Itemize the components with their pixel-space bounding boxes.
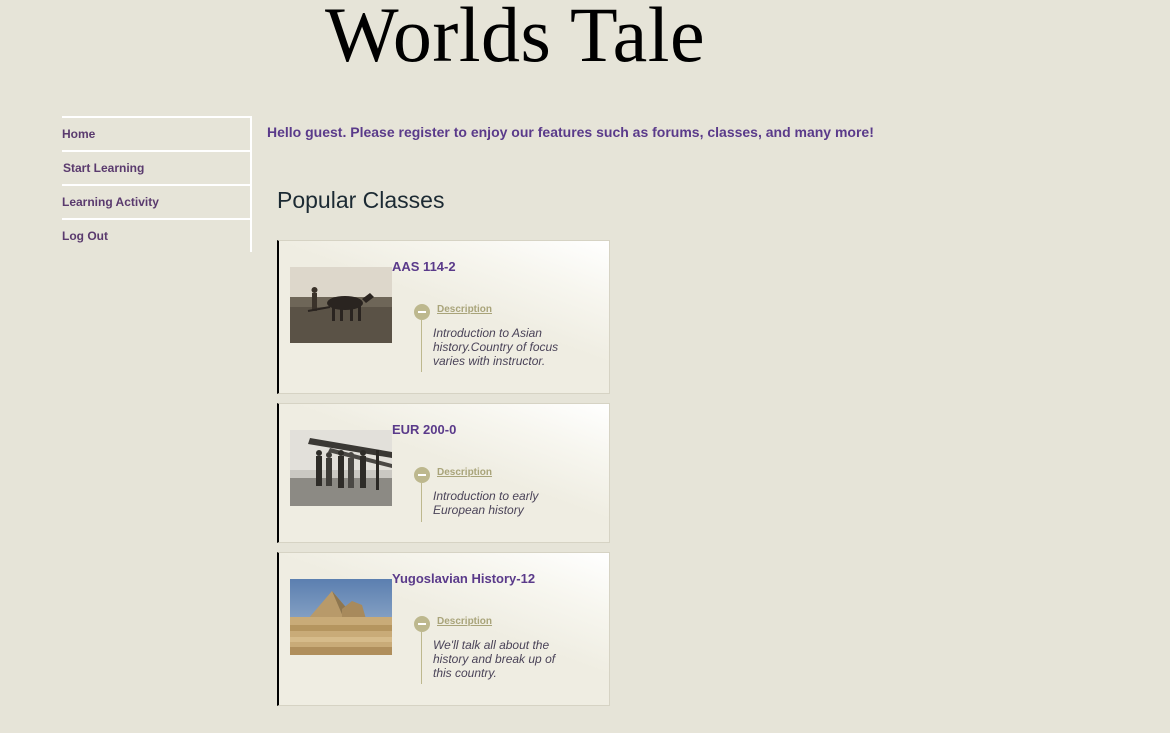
collapse-icon[interactable]	[414, 304, 430, 320]
class-card[interactable]: AAS 114-2 Description Introduction to As…	[277, 240, 610, 394]
nav-item-start-learning[interactable]: Start Learning	[62, 150, 250, 184]
nav-item-learning-activity[interactable]: Learning Activity	[62, 184, 250, 218]
class-card[interactable]: EUR 200-0 Description Introduction to ea…	[277, 403, 610, 543]
class-title[interactable]: EUR 200-0	[392, 422, 456, 437]
nav-item-log-out[interactable]: Log Out	[62, 218, 250, 252]
popular-classes-heading: Popular Classes	[277, 187, 445, 213]
class-title[interactable]: AAS 114-2	[392, 259, 456, 274]
description-toggle[interactable]: Description	[437, 467, 492, 478]
description-divider	[421, 632, 422, 684]
description-divider	[421, 483, 422, 522]
description-toggle[interactable]: Description	[437, 304, 492, 315]
class-title[interactable]: Yugoslavian History-12	[392, 571, 535, 586]
collapse-icon[interactable]	[414, 467, 430, 483]
description-toggle[interactable]: Description	[437, 616, 492, 627]
site-title: Worlds Tale	[325, 0, 706, 78]
class-card[interactable]: Yugoslavian History-12 Description We'll…	[277, 552, 610, 706]
welcome-message: Hello guest. Please register to enjoy ou…	[267, 124, 874, 140]
class-description: Introduction to Asian history.Country of…	[433, 326, 559, 368]
pyramid-sphinx-photo[interactable]	[290, 579, 392, 655]
class-description: Introduction to early European history	[433, 489, 539, 517]
plowing-horses-photo[interactable]	[290, 267, 392, 343]
sidebar-nav: Home Start Learning Learning Activity Lo…	[62, 116, 252, 252]
nav-item-home[interactable]: Home	[62, 116, 250, 150]
description-divider	[421, 320, 422, 372]
class-description: We'll talk all about the history and bre…	[433, 638, 556, 680]
biplane-crew-photo[interactable]	[290, 430, 392, 506]
collapse-icon[interactable]	[414, 616, 430, 632]
